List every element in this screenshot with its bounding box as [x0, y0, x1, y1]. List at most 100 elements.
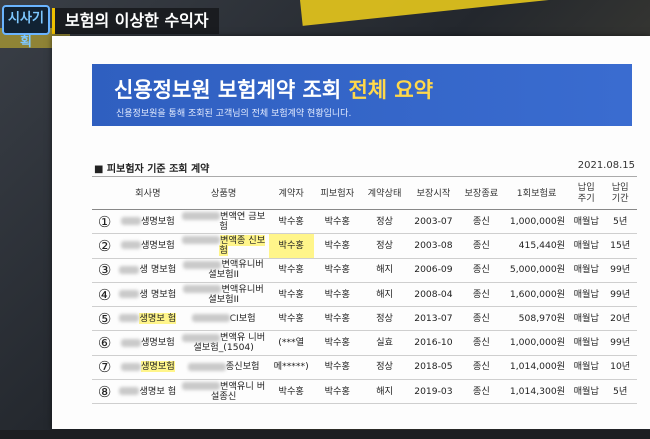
table-row: ⑦ 생명보험 종신보험 메*****) 박수홍 정상 2018-05 종신 1,014,000원… [92, 355, 637, 381]
start-date-cell: 2019-03 [408, 379, 459, 405]
period-cell: 5년 [603, 209, 637, 235]
insured-cell: 박수홍 [313, 355, 361, 381]
insured-cell: 박수홍 [313, 330, 361, 356]
cycle-cell: 매월납 [569, 379, 604, 405]
table-row: ⑤ 생명보 험 CI보험 박수홍 박수홍 정상 2013-07 종신 508,970원 매월납 20… [92, 306, 637, 332]
company-cell: 생명보 험 [117, 306, 179, 332]
col-period: 납입 기간 [603, 176, 637, 210]
col-end: 보장종료 [458, 176, 505, 210]
premium-cell: 508,970원 [504, 306, 570, 332]
status-cell: 정상 [360, 209, 409, 235]
section-label: ■ 피보험자 기준 조회 계약 [94, 164, 210, 175]
col-insured: 피보험자 [313, 176, 361, 210]
status-cell: 해지 [360, 379, 409, 405]
redacted-blur [120, 362, 141, 371]
redacted-blur [120, 217, 141, 226]
premium-cell: 415,440원 [504, 233, 570, 259]
insurance-document: 신용정보원 보험계약 조회 전체 요약 신용정보원을 통해 조회된 고객님의 전… [52, 36, 650, 429]
start-date-cell: 2018-05 [408, 355, 459, 381]
end-cell: 종신 [458, 258, 505, 283]
period-cell: 99년 [603, 258, 637, 283]
product-cell: 종신보험 [178, 355, 269, 381]
contractor-cell: 박수홍 [268, 258, 314, 283]
redacted-blur [182, 382, 221, 391]
cycle-cell: 매월납 [569, 209, 604, 235]
table-row: ⑧ 생명보 험 변액유니 버설종신 박수홍 박수홍 해지 2019-03 종신 1,014,30… [92, 379, 637, 405]
period-cell: 99년 [603, 330, 637, 356]
redacted-blur [182, 333, 221, 342]
row-number: ⑦ [92, 355, 118, 381]
contractor-cell: 박수홍 [268, 379, 314, 405]
program-logo: 시사기획 [2, 5, 50, 50]
product-cell: 변액연 금보험 [178, 209, 269, 235]
insured-cell: 박수홍 [313, 306, 361, 332]
contracts-table: 회사명 상품명 계약자 피보험자 계약상태 보장시작 보장종료 1회보험료 납입… [92, 176, 637, 405]
contractor-cell: 박수홍 [268, 233, 314, 259]
insured-cell: 박수홍 [313, 209, 361, 235]
redacted-blur [120, 338, 141, 347]
col-premium: 1회보험료 [504, 176, 570, 210]
contractor-cell: (***열 [268, 330, 314, 356]
row-number: ② [92, 233, 118, 259]
company-cell: 생명보험 [117, 209, 179, 235]
start-date-cell: 2006-09 [408, 258, 459, 283]
period-cell: 5년 [603, 379, 637, 405]
redacted-blur [183, 260, 222, 269]
headline-caption: 보험의 이상한 수익자 [52, 8, 219, 34]
cycle-cell: 매월납 [569, 306, 604, 332]
product-cell: 변액유니 버설종신 [178, 379, 269, 405]
start-date-cell: 2016-10 [408, 330, 459, 356]
insured-cell: 박수홍 [313, 379, 361, 405]
status-cell: 해지 [360, 258, 409, 283]
banner-subtitle: 신용정보원을 통해 조회된 고객님의 전체 보험계약 현황입니다. [116, 109, 352, 119]
status-cell: 정상 [360, 355, 409, 381]
redacted-blur [187, 362, 226, 371]
end-cell: 종신 [458, 379, 505, 405]
start-date-cell: 2013-07 [408, 306, 459, 332]
col-start: 보장시작 [408, 176, 459, 210]
row-number: ④ [92, 282, 118, 308]
table-row: ① 생명보험 변액연 금보험 박수홍 박수홍 정상 2003-07 종신 1,000,000원 매… [92, 209, 637, 235]
contractor-cell: 메*****) [268, 355, 314, 381]
document-banner: 신용정보원 보험계약 조회 전체 요약 신용정보원을 통해 조회된 고객님의 전… [92, 64, 632, 126]
product-cell: 변액종 신보험 [178, 233, 269, 259]
col-company: 회사명 [117, 176, 179, 210]
start-date-cell: 2003-07 [408, 209, 459, 235]
bottom-bar [0, 430, 650, 439]
table-row: ⑥ 생명보험 변액유 니버셜보험_(1504) (***열 박수홍 실효 2016-10 종신… [92, 330, 637, 356]
insured-cell: 박수홍 [313, 233, 361, 259]
redacted-blur [182, 236, 221, 245]
redacted-blur [120, 241, 141, 250]
product-cell: 변액유 니버셜보험_(1504) [178, 330, 269, 356]
cycle-cell: 매월납 [569, 355, 604, 381]
start-date-cell: 2003-08 [408, 233, 459, 259]
col-status: 계약상태 [360, 176, 409, 210]
premium-cell: 1,600,000원 [504, 282, 570, 308]
premium-cell: 1,014,300원 [504, 379, 570, 405]
table-row: ③생 명보험 변액유니버셜보험II 박수홍 박수홍 해지 2006-09 종신 5,000,0… [92, 258, 637, 283]
redacted-blur [191, 314, 230, 323]
product-cell: CI보험 [178, 306, 269, 332]
start-date-cell: 2008-04 [408, 282, 459, 308]
period-cell: 99년 [603, 282, 637, 308]
col-product: 상품명 [178, 176, 269, 210]
cycle-cell: 매월납 [569, 258, 604, 283]
table-row: ④생 명보험 변액유니버셜보험II 박수홍 박수홍 해지 2008-04 종신 1,600,0… [92, 282, 637, 308]
insured-cell: 박수홍 [313, 282, 361, 308]
contractor-cell: 박수홍 [268, 209, 314, 235]
status-cell: 정상 [360, 306, 409, 332]
end-cell: 종신 [458, 282, 505, 308]
status-cell: 정상 [360, 233, 409, 259]
redacted-blur [182, 212, 221, 221]
table-row: ② 생명보험 변액종 신보험 박수홍 박수홍 정상 2003-08 종신 415,440원 매월납… [92, 233, 637, 259]
company-cell: 생명보 험 [117, 379, 179, 405]
row-number: ③ [92, 258, 118, 283]
contractor-cell: 박수홍 [268, 282, 314, 308]
redacted-blur [183, 285, 222, 294]
company-cell: 생명보험 [117, 233, 179, 259]
document-date: 2021.08.15 [577, 160, 635, 171]
end-cell: 종신 [458, 233, 505, 259]
cycle-cell: 매월납 [569, 330, 604, 356]
premium-cell: 1,000,000원 [504, 330, 570, 356]
company-cell: 생명보험 [117, 355, 179, 381]
